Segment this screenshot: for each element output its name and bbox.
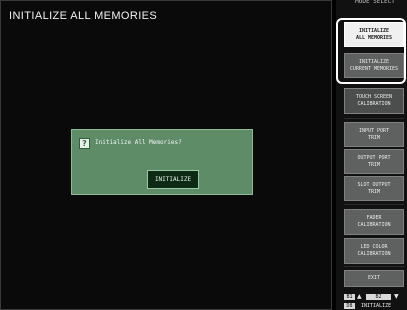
exit-button[interactable]: EXIT — [344, 270, 404, 287]
divider — [344, 266, 404, 267]
selection-highlight — [336, 18, 406, 84]
status-row-top: B1 ▲ B2 ▼ — [344, 294, 406, 301]
mode-touch-screen-calibration-button[interactable]: TOUCH SCREEN CALIBRATION — [344, 88, 404, 114]
up-arrow-icon: ▲ — [357, 293, 362, 300]
down-arrow-icon: ▼ — [394, 293, 399, 300]
status-chip: B2 — [366, 294, 391, 300]
divider — [344, 118, 404, 119]
mode-fader-calibration-button[interactable]: FADER CALIBRATION — [344, 209, 404, 235]
divider — [344, 204, 404, 205]
mode-input-port-trim-button[interactable]: INPUT PORT TRIM — [344, 122, 404, 147]
question-icon: ? — [79, 138, 90, 149]
dialog-message: Initialize All Memories? — [95, 139, 182, 146]
status-chip: D8 — [344, 303, 355, 309]
confirm-dialog: ? Initialize All Memories? INITIALIZE — [71, 129, 253, 195]
page-title: INITIALIZE ALL MEMORIES — [9, 10, 158, 22]
status-row-bottom: D8 INITIALIZE — [344, 303, 406, 310]
status-chip: B1 — [344, 294, 355, 300]
main-panel: INITIALIZE ALL MEMORIES ? Initialize All… — [0, 0, 332, 310]
mode-led-color-calibration-button[interactable]: LED COLOR CALIBRATION — [344, 238, 404, 264]
mode-slot-output-trim-button[interactable]: SLOT OUTPUT TRIM — [344, 176, 404, 201]
mode-output-port-trim-button[interactable]: OUTPUT PORT TRIM — [344, 149, 404, 174]
status-mode-text: INITIALIZE — [361, 303, 392, 309]
initialize-button[interactable]: INITIALIZE — [147, 170, 199, 189]
mode-select-title: MODE SELECT — [355, 0, 395, 5]
